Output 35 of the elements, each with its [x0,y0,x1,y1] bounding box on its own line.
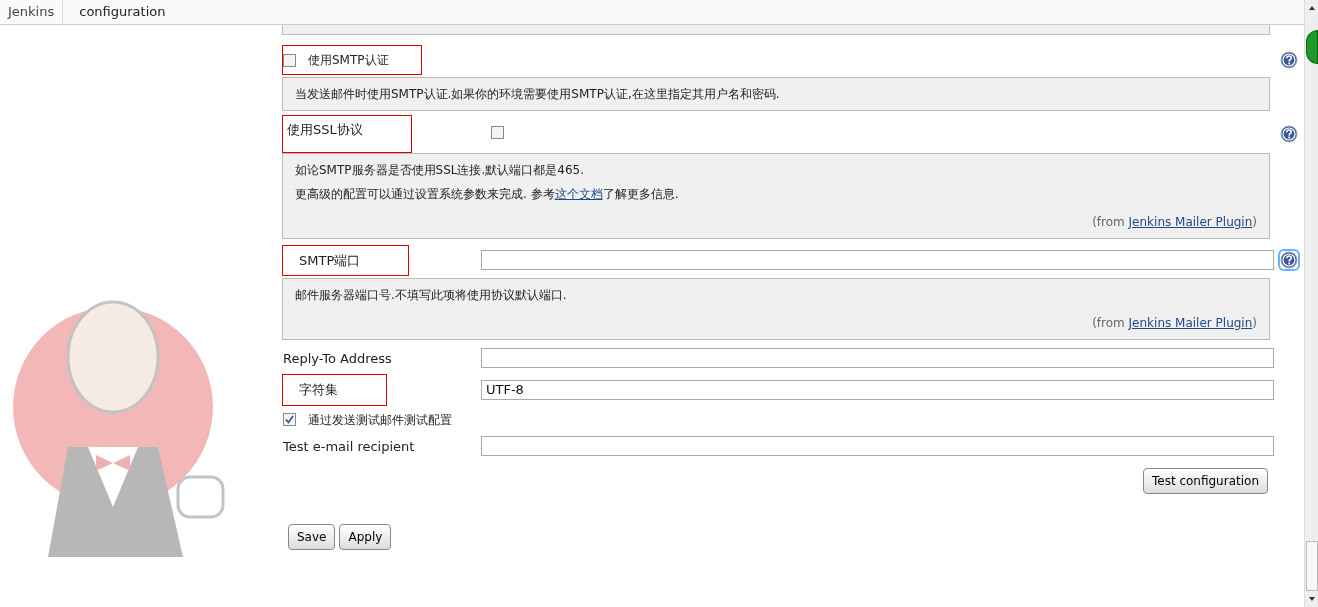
doc-link[interactable]: 这个文档 [554,186,603,201]
breadcrumb-link[interactable]: configuration [63,0,174,24]
text-input[interactable] [481,348,1274,368]
checkbox[interactable] [283,413,296,426]
checkbox[interactable] [283,53,296,67]
scroll-up-icon[interactable] [1307,4,1316,12]
checkbox-label: 通过发送测试邮件测试配置 [308,411,452,429]
help-icon[interactable] [1280,251,1298,270]
plugin-source: (from Jenkins Mailer Plugin) [1091,315,1257,332]
field-label: 字符集 [282,374,387,406]
checkbox[interactable] [491,125,504,139]
help-text: 更高级的配置可以通过设置系统参数来完成. 参考这个文档了解更多信息. [295,185,680,203]
scroll-down-icon[interactable] [1307,595,1316,603]
form-button[interactable]: Apply [339,523,392,550]
test-configuration-button[interactable]: Test configuration [1142,467,1268,494]
scrollbar-thumb[interactable] [1305,541,1318,591]
checkbox-label: 使用SMTP认证 [308,52,389,69]
help-text: 邮件服务器端口号.不填写此项将使用协议默认端口. [295,287,568,304]
scrollbar[interactable] [1304,0,1318,607]
field-label: Reply-To Address [282,350,393,368]
text-input[interactable] [481,250,1274,271]
form-button[interactable]: Save [288,523,336,550]
plugin-link[interactable]: Jenkins Mailer Plugin [1128,214,1253,229]
help-icon[interactable] [1280,124,1298,143]
plugin-source: (from Jenkins Mailer Plugin) [1091,213,1257,231]
field-label: SMTP端口 [282,244,410,276]
help-text: 当发送邮件时使用SMTP认证.如果你的环境需要使用SMTP认证,在这里指定其用户名和密码. [295,86,781,103]
breadcrumb-link[interactable]: Jenkins [0,0,64,24]
field-label: Test e-mail recipient [282,437,416,456]
text-input[interactable]: UTF-8 [481,379,1274,400]
text-input[interactable] [481,435,1274,456]
help-icon[interactable] [1280,51,1298,69]
field-label: 使用SSL协议 [282,115,412,153]
help-text: 如论SMTP服务器是否使用SSL连接.默认端口都是465. [295,161,585,179]
plugin-link[interactable]: Jenkins Mailer Plugin [1128,316,1253,330]
